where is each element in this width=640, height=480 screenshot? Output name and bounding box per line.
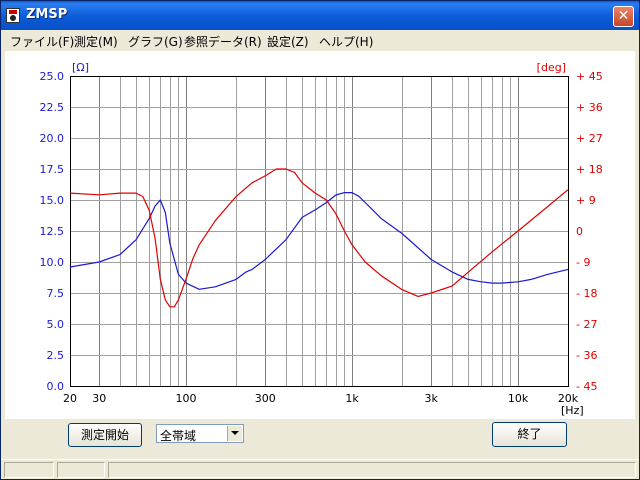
x-tick-label: 3k [425, 392, 439, 405]
y-left-tick-label: 10.0 [40, 256, 65, 269]
y-left-tick-label: 12.5 [40, 225, 65, 238]
exit-button[interactable]: 終了 [492, 422, 567, 447]
status-pane [108, 462, 636, 478]
y-left-tick-label: 17.5 [40, 163, 65, 176]
y-right-tick-label: - 9 [576, 256, 590, 269]
status-pane [57, 462, 105, 478]
impedance-phase-chart: 0.0 2.5 5.0 7.5 10.0 12.5 15.0 17.5 20.0 22.5 25.0… [40, 61, 603, 417]
y-right-tick-label: + 45 [576, 70, 603, 83]
close-button[interactable]: ✕ [613, 6, 634, 27]
x-axis-label: [Hz] [561, 404, 584, 417]
y-right-tick-label: - 45 [576, 380, 597, 393]
y-left-tick-label: 15.0 [40, 194, 65, 207]
menu-measure[interactable]: 測定(M) [74, 33, 118, 50]
y-right-axis-label: [deg] [537, 61, 566, 74]
app-icon[interactable] [6, 8, 20, 23]
chart-panel: 0.0 2.5 5.0 7.5 10.0 12.5 15.0 17.5 20.0 22.5 25.0… [5, 51, 635, 419]
y-left-tick-label: 5.0 [47, 318, 65, 331]
x-tick-label: 300 [255, 392, 276, 405]
y-right-tick-label: 0 [576, 225, 583, 238]
close-icon: ✕ [617, 8, 630, 24]
status-pane [4, 462, 54, 478]
menu-settings[interactable]: 設定(Z) [267, 33, 309, 50]
phase-curve [69, 168, 569, 308]
app-window: ZMSP ✕ ファイル(F) 測定(M) グラフ(G) 参照データ(R) 設定(… [0, 0, 640, 480]
range-select[interactable]: 全帯域 [156, 424, 244, 443]
x-tick-label: 30 [92, 392, 106, 405]
x-tick-label: 1k [345, 392, 359, 405]
range-select-value: 全帯域 [160, 429, 197, 443]
y-right-tick-label: - 18 [576, 287, 597, 300]
menu-file[interactable]: ファイル(F) [10, 33, 74, 50]
menu-reference-data[interactable]: 参照データ(R) [184, 33, 262, 50]
x-tick-label: 20 [63, 392, 77, 405]
y-right-tick-label: + 36 [576, 101, 603, 114]
title-bar[interactable]: ZMSP ✕ [1, 1, 639, 30]
status-bar [1, 459, 639, 479]
y-right-tick-label: - 27 [576, 318, 597, 331]
y-left-tick-label: 7.5 [47, 287, 65, 300]
y-right-tick-label: + 18 [576, 163, 603, 176]
impedance-curve [69, 192, 569, 290]
y-right-tick-label: + 27 [576, 132, 603, 145]
menu-bar: ファイル(F) 測定(M) グラフ(G) 参照データ(R) 設定(Z) ヘルプ(… [1, 30, 639, 50]
x-tick-label: 10k [508, 392, 529, 405]
y-right-tick-label: + 9 [576, 194, 596, 207]
menu-help[interactable]: ヘルプ(H) [319, 33, 373, 50]
x-tick-label: 100 [176, 392, 197, 405]
y-left-tick-label: 22.5 [40, 101, 65, 114]
y-right-tick-label: - 36 [576, 349, 597, 362]
y-left-tick-label: 25.0 [40, 70, 65, 83]
y-left-axis-label: [Ω] [72, 61, 89, 74]
start-measure-button[interactable]: 測定開始 [68, 423, 142, 447]
chevron-down-icon[interactable] [227, 426, 242, 441]
window-title: ZMSP [26, 7, 68, 22]
y-left-tick-label: 0.0 [47, 380, 65, 393]
menu-graph[interactable]: グラフ(G) [128, 33, 183, 50]
y-left-tick-label: 20.0 [40, 132, 65, 145]
y-left-tick-label: 2.5 [47, 349, 65, 362]
